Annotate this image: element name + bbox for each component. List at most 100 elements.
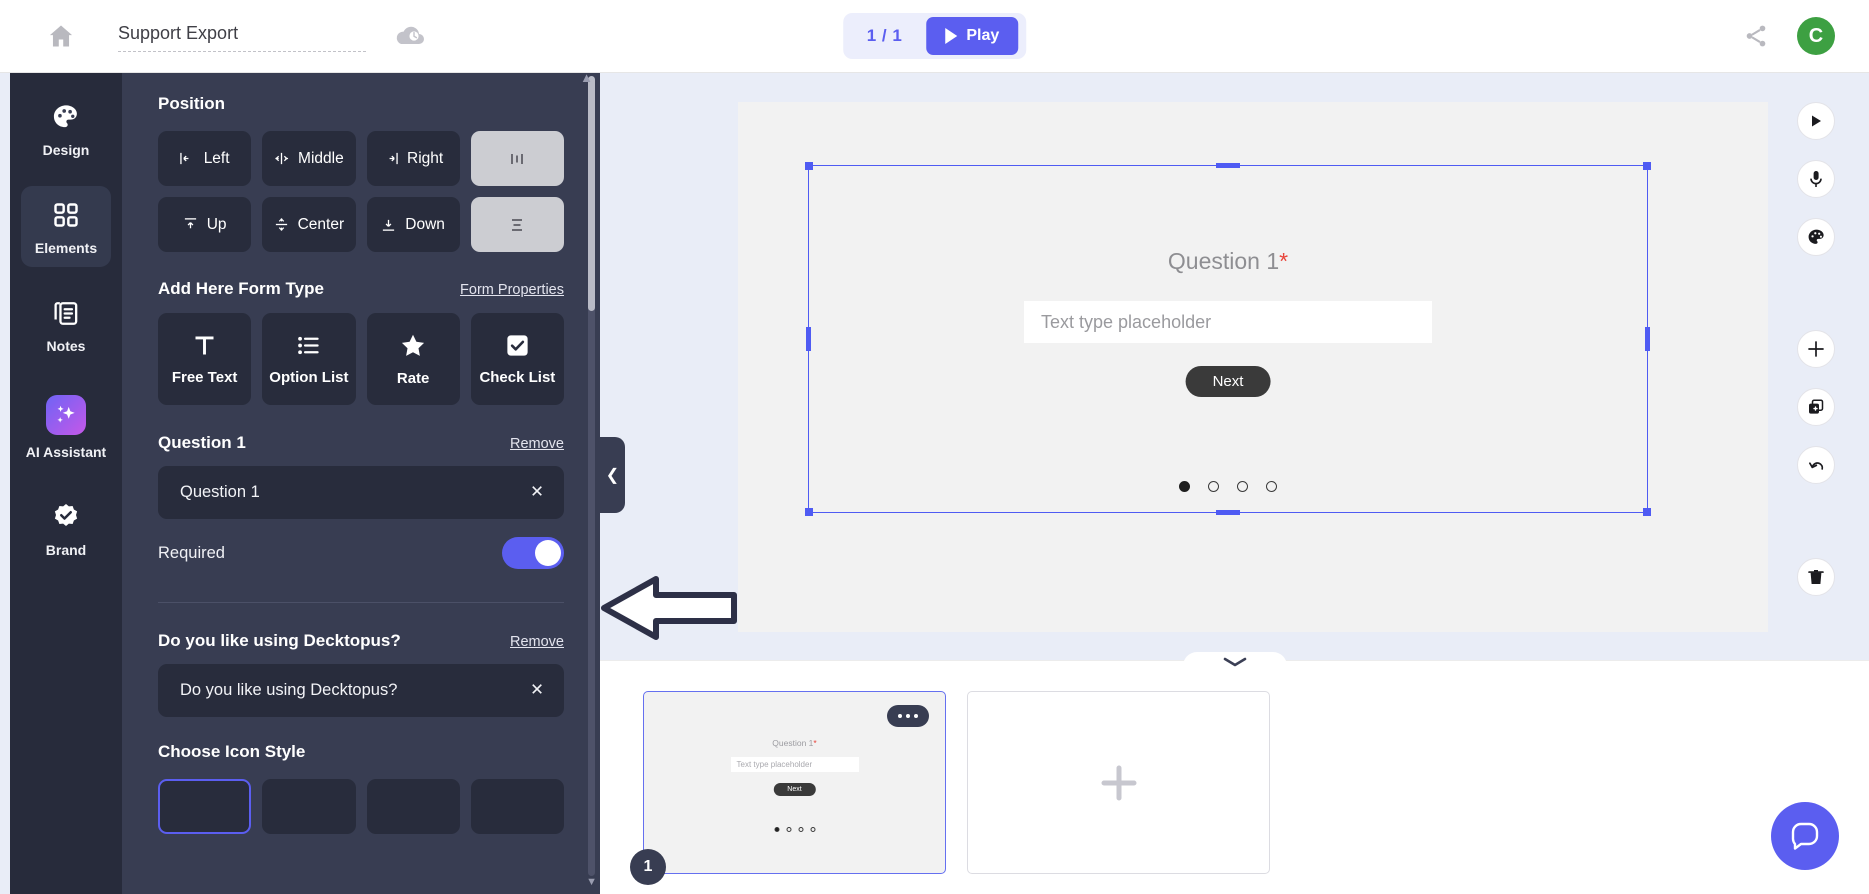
align-up-button[interactable]: Up [158, 197, 252, 252]
icon-style-grid [158, 779, 564, 834]
share-icon[interactable] [1743, 23, 1769, 49]
thumbnail-next-button: Next [773, 783, 816, 796]
thumbnail-question-text: Question 1 [772, 738, 814, 748]
align-right-button[interactable]: Right [366, 131, 460, 186]
question-2-header: Do you like using Decktopus? Remove [158, 631, 564, 651]
align-center-button[interactable]: Center [262, 197, 356, 252]
resize-handle-top[interactable] [1216, 163, 1240, 168]
form-type-label: Check List [479, 369, 556, 386]
align-left-button[interactable]: Left [158, 131, 252, 186]
thumbnail-pagination-dots [774, 827, 815, 832]
form-type-option-list-button[interactable]: Option List [262, 313, 356, 405]
question-2-input[interactable]: Do you like using Decktopus? ✕ [158, 664, 564, 717]
slide-theme-button[interactable] [1797, 218, 1835, 256]
close-icon[interactable]: ✕ [530, 682, 544, 699]
undo-button[interactable] [1797, 446, 1835, 484]
panel-collapse-tab[interactable]: ❮ [600, 437, 625, 513]
question-2-remove-link[interactable]: Remove [510, 634, 564, 650]
sidebar-item-elements[interactable]: Elements [21, 186, 111, 267]
panel-scrollbar-thumb[interactable]: ▲ [580, 70, 595, 311]
avatar[interactable]: C [1797, 17, 1835, 55]
canvas-text-input[interactable]: Text type placeholder [1024, 301, 1432, 343]
plus-icon [1808, 341, 1824, 357]
record-voice-button[interactable] [1797, 160, 1835, 198]
slide-filmstrip: Question 1* Text type placeholder Next 1 [600, 660, 1869, 894]
icon-style-option-2[interactable] [262, 779, 356, 834]
form-properties-link[interactable]: Form Properties [460, 282, 564, 298]
sidebar-item-notes[interactable]: Notes [21, 284, 111, 365]
preview-slide-button[interactable] [1797, 102, 1835, 140]
pagination-dot[interactable] [1237, 481, 1248, 492]
sidebar-item-ai-assistant[interactable]: AI Assistant [21, 382, 111, 471]
chat-bubble-icon [1791, 822, 1819, 850]
form-type-free-text-button[interactable]: Free Text [158, 313, 252, 405]
palette-icon [49, 101, 83, 133]
distribute-horizontal-button[interactable] [470, 131, 564, 186]
resize-handle-left[interactable] [806, 327, 811, 351]
align-right-label: Right [407, 149, 444, 167]
pagination-dot[interactable] [1208, 481, 1219, 492]
selection-box[interactable]: Question 1* Text type placeholder Next [805, 162, 1651, 516]
align-up-label: Up [206, 215, 227, 233]
cloud-clock-icon[interactable] [394, 21, 426, 51]
canvas-toolbar [1797, 102, 1835, 596]
add-slide-button[interactable] [1797, 330, 1835, 368]
question-1-section: Question 1 Remove Question 1 ✕ Required [158, 433, 564, 569]
canvas-pagination-dots [1179, 481, 1277, 492]
align-middle-button[interactable]: Middle [262, 131, 356, 186]
chat-bubble-button[interactable] [1771, 802, 1839, 870]
play-icon [945, 28, 958, 44]
pagination-dot[interactable] [1179, 481, 1190, 492]
delete-slide-button[interactable] [1797, 558, 1835, 596]
resize-handle-right[interactable] [1645, 327, 1650, 351]
duplicate-icon [1809, 399, 1824, 414]
icon-style-option-4[interactable] [470, 779, 564, 834]
filmstrip-collapse-handle[interactable] [1182, 652, 1287, 682]
pagination-dot[interactable] [1266, 481, 1277, 492]
required-toggle[interactable] [502, 537, 564, 569]
canvas-next-button[interactable]: Next [1185, 366, 1271, 397]
sidebar-item-design[interactable]: Design [21, 88, 111, 169]
position-button-grid: Left Middle Right Up Center Down [158, 131, 564, 252]
distribute-vertical-button[interactable] [470, 197, 564, 252]
question-1-remove-link[interactable]: Remove [510, 436, 564, 452]
position-section-title: Position [158, 94, 226, 113]
home-icon[interactable] [46, 22, 76, 50]
question-1-title: Question 1 [158, 433, 246, 452]
resize-handle-bottom-right[interactable] [1643, 508, 1651, 516]
question-1-input[interactable]: Question 1 ✕ [158, 466, 564, 519]
slide-canvas[interactable]: Question 1* Text type placeholder Next [738, 102, 1768, 632]
required-label: Required [158, 543, 225, 562]
duplicate-slide-button[interactable] [1797, 388, 1835, 426]
undo-icon [1808, 461, 1823, 470]
question-2-title: Do you like using Decktopus? [158, 631, 401, 650]
resize-handle-top-left[interactable] [805, 162, 813, 170]
resize-handle-top-right[interactable] [1643, 162, 1651, 170]
top-bar: 1 / 1 Play C [0, 0, 1869, 73]
chevron-left-icon: ❮ [605, 467, 620, 484]
align-left-label: Left [203, 149, 230, 167]
question-1-input-value: Question 1 [180, 483, 260, 501]
checkbox-icon [507, 335, 528, 356]
close-icon[interactable]: ✕ [530, 484, 544, 501]
slide-thumbnail-1[interactable]: Question 1* Text type placeholder Next 1 [630, 691, 946, 885]
add-slide-placeholder[interactable] [967, 691, 1270, 874]
document-title-input[interactable] [118, 20, 366, 52]
icon-style-option-1[interactable] [158, 779, 252, 834]
sidebar-item-brand[interactable]: Brand [21, 488, 111, 569]
sidebar-item-label: Notes [46, 338, 86, 354]
ellipsis-dot [914, 714, 918, 718]
trash-icon [1808, 570, 1824, 584]
resize-handle-bottom-left[interactable] [805, 508, 813, 516]
scroll-down-arrow-icon[interactable]: ▼ [586, 876, 597, 888]
align-down-button[interactable]: Down [366, 197, 460, 252]
form-type-rate-button[interactable]: Rate [366, 313, 460, 405]
resize-handle-bottom[interactable] [1216, 510, 1240, 515]
form-type-check-list-button[interactable]: Check List [470, 313, 564, 405]
icon-style-title: Choose Icon Style [158, 742, 306, 761]
slide-thumbnail-menu-button[interactable] [887, 705, 929, 727]
icon-style-option-3[interactable] [366, 779, 460, 834]
play-button[interactable]: Play [926, 17, 1019, 55]
grid-icon [49, 199, 83, 231]
ellipsis-dot [898, 714, 902, 718]
